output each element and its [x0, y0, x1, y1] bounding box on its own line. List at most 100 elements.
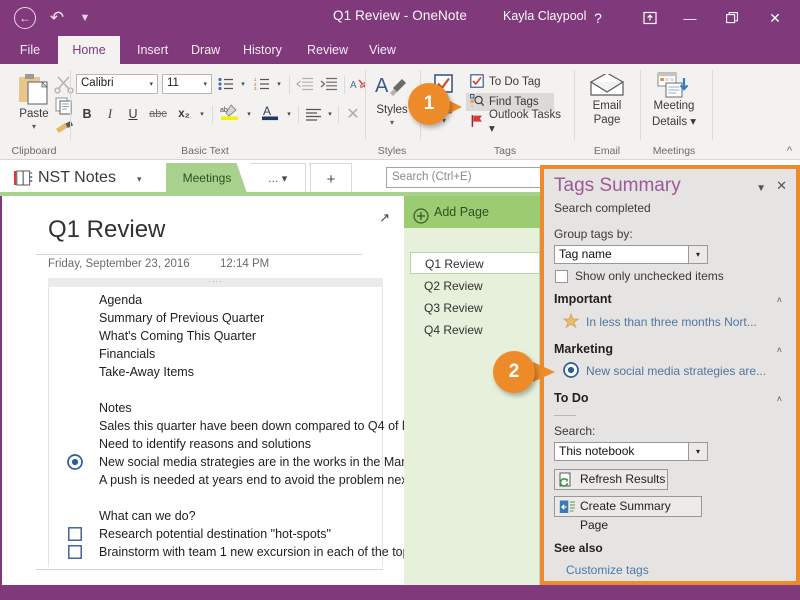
align-left-icon[interactable] [303, 104, 323, 124]
help-button[interactable]: ? [585, 6, 611, 30]
note-line-sales[interactable]: Sales this quarter have been down compar… [99, 419, 418, 433]
bold-button[interactable]: B [78, 104, 96, 124]
add-page-button[interactable]: Add Page [404, 196, 540, 228]
close-button[interactable]: ✕ [762, 6, 788, 30]
note-line-takeaway[interactable]: Take-Away Items [99, 365, 194, 379]
note-line-summary[interactable]: Summary of Previous Quarter [99, 311, 264, 325]
show-unchecked-label[interactable]: Show only unchecked items [575, 269, 724, 283]
copy-icon[interactable] [54, 96, 74, 116]
todo-checkbox-icon-2[interactable] [68, 545, 84, 561]
page-item-q4[interactable]: Q4 Review [410, 319, 540, 341]
paste-icon[interactable] [14, 72, 54, 106]
expand-page-icon[interactable]: ↗ [379, 210, 390, 226]
underline-button[interactable]: U [124, 104, 142, 124]
subscript-button[interactable]: x₂ [174, 104, 194, 124]
group-tags-by-caret[interactable]: ▾ [688, 245, 708, 264]
page-item-q3[interactable]: Q3 Review [410, 297, 540, 319]
user-name[interactable]: Kayla Claypool [503, 9, 586, 23]
page-canvas[interactable]: ↗ Q1 Review Friday, September 23, 2016 1… [0, 196, 419, 600]
font-name-caret[interactable]: ▾ [149, 80, 153, 88]
note-container[interactable]: Agenda Summary of Previous Quarter What'… [48, 287, 419, 567]
tab-history[interactable]: History [232, 36, 290, 64]
note-line-push[interactable]: A push is needed at years end to avoid t… [99, 473, 411, 487]
font-size-input[interactable]: 11 ▾ [162, 74, 212, 94]
collapse-ribbon-chevron-icon[interactable]: ^ [787, 145, 792, 157]
align-caret[interactable]: ▾ [324, 104, 336, 124]
notebook-dropdown-caret[interactable]: ▾ [137, 174, 142, 185]
styles-dropdown-arrow[interactable]: ▾ [366, 118, 418, 127]
font-size-caret[interactable]: ▾ [203, 80, 207, 88]
tag-group-important[interactable]: Important [554, 292, 612, 306]
create-summary-page-label: Create Summary Page [580, 499, 671, 532]
note-container-handle[interactable]: ···· [48, 278, 383, 287]
text-highlight-icon[interactable]: ab [218, 102, 242, 122]
ribbon-todo-tag-item[interactable]: To Do Tag [466, 73, 554, 91]
tag-group-important-caret[interactable]: ˄ [777, 295, 782, 305]
italic-button[interactable]: I [101, 104, 119, 124]
page-item-q2[interactable]: Q2 Review [410, 275, 540, 297]
font-color-caret[interactable]: ▾ [283, 104, 295, 124]
tab-draw[interactable]: Draw [180, 36, 226, 64]
minimize-button[interactable]: — [677, 6, 703, 30]
email-page-label-2[interactable]: Page [577, 114, 637, 126]
todo-checkbox-icon-1[interactable] [68, 527, 84, 543]
search-scope-caret[interactable]: ▾ [688, 442, 708, 461]
subscript-caret[interactable]: ▾ [196, 104, 208, 124]
note-line-notes[interactable]: Notes [99, 401, 132, 415]
tag-item-important-1[interactable]: In less than three months Nort... [586, 315, 757, 329]
tab-home[interactable]: Home [58, 36, 120, 64]
font-name-input[interactable]: Calibri ▾ [76, 74, 158, 94]
scissors-icon[interactable] [54, 74, 74, 94]
note-line-identify[interactable]: Need to identify reasons and solutions [99, 437, 311, 451]
envelope-icon[interactable] [589, 72, 625, 98]
refresh-results-button[interactable]: Refresh Results [554, 469, 668, 490]
restore-icon[interactable] [719, 6, 745, 30]
page-title[interactable]: Q1 Review [48, 216, 165, 244]
group-tags-by-select[interactable]: Tag name ▾ [554, 245, 708, 264]
customize-tags-link[interactable]: Customize tags [566, 563, 649, 577]
highlight-caret[interactable]: ▾ [243, 104, 255, 124]
bullet-list-caret[interactable]: ▾ [237, 74, 249, 94]
strikethrough-button[interactable]: abc [146, 104, 170, 124]
note-line-agenda[interactable]: Agenda [99, 293, 142, 307]
meeting-details-icon[interactable] [657, 72, 691, 98]
marketing-target-icon[interactable] [67, 454, 83, 470]
ribbon-outlook-tasks-item[interactable]: Outlook Tasks ▾ [466, 109, 572, 135]
tag-item-marketing-1[interactable]: New social media strategies are... [586, 364, 766, 378]
note-line-whatcanwedo[interactable]: What can we do? [99, 509, 196, 523]
tab-review[interactable]: Review [296, 36, 352, 64]
panel-close-icon[interactable]: ✕ [776, 178, 787, 194]
search-input[interactable]: Search (Ctrl+E) [386, 167, 544, 188]
search-scope-select[interactable]: This notebook ▾ [554, 442, 708, 461]
tag-group-marketing[interactable]: Marketing [554, 342, 613, 356]
bullet-list-icon[interactable] [216, 74, 236, 94]
show-unchecked-checkbox[interactable] [555, 270, 568, 283]
numbered-list-caret[interactable]: ▾ [273, 74, 285, 94]
tag-group-marketing-caret[interactable]: ˄ [777, 345, 782, 355]
numbered-list-icon[interactable]: 123 [252, 74, 272, 94]
page-item-q1[interactable]: Q1 Review [410, 252, 540, 274]
create-summary-page-button[interactable]: Create Summary Page [554, 496, 702, 532]
meeting-details-label-2[interactable]: Details ▾ [642, 114, 706, 128]
note-line-brainstorm[interactable]: Brainstorm with team 1 new excursion in … [99, 545, 410, 559]
tab-view[interactable]: View [358, 36, 404, 64]
remove-formatting-x-icon[interactable]: ✕ [343, 104, 363, 124]
panel-menu-caret-icon[interactable]: ▼ [756, 183, 766, 194]
note-line-research[interactable]: Research potential destination "hot-spot… [99, 527, 331, 541]
font-color-icon[interactable]: A [258, 102, 282, 122]
email-page-label-1[interactable]: Email [577, 100, 637, 112]
format-painter-icon[interactable] [54, 117, 74, 137]
tab-file[interactable]: File [8, 36, 52, 64]
meeting-details-label-1[interactable]: Meeting [642, 100, 706, 112]
note-line-social[interactable]: New social media strategies are in the w… [99, 455, 419, 469]
page-date[interactable]: Friday, September 23, 2016 [48, 258, 190, 270]
styles-icon[interactable]: A [375, 72, 409, 102]
notebook-name[interactable]: NST Notes [38, 169, 116, 187]
tag-group-todo[interactable]: To Do [554, 391, 588, 405]
page-time[interactable]: 12:14 PM [220, 258, 269, 270]
tag-group-todo-caret[interactable]: ˄ [777, 394, 782, 404]
note-line-financials[interactable]: Financials [99, 347, 155, 361]
ribbon-display-options-icon[interactable] [637, 6, 663, 30]
note-line-coming[interactable]: What's Coming This Quarter [99, 329, 256, 343]
tab-insert[interactable]: Insert [126, 36, 174, 64]
